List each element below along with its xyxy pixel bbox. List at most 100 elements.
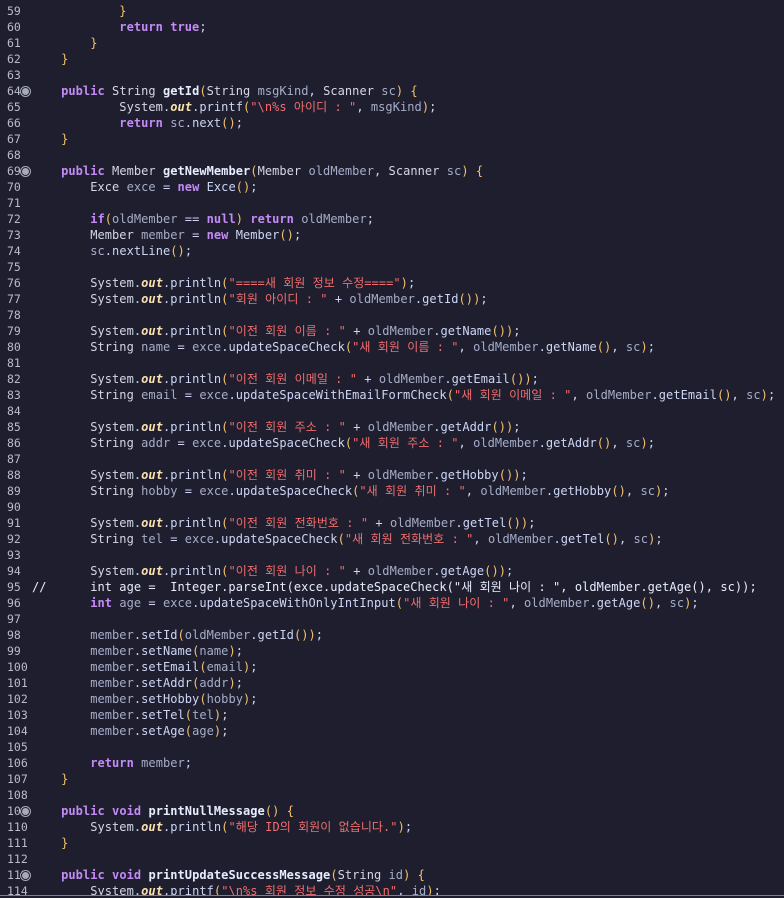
code-line[interactable]: 76 System.out.println("====새 회원 정보 수정===… [0, 275, 784, 291]
code-line[interactable]: 92 String tel = exce.updateSpaceCheck("새… [0, 531, 784, 547]
code-line[interactable]: 96 int age = exce.updateSpaceWithOnlyInt… [0, 595, 784, 611]
code-line[interactable]: 79 System.out.println("이전 회원 이름 : " + ol… [0, 323, 784, 339]
code-line[interactable]: 97 [0, 611, 784, 627]
code-line[interactable]: 65 System.out.printf("\n%s 아이디 : ", msgK… [0, 99, 784, 115]
code-line[interactable]: 83 String email = exce.updateSpaceWithEm… [0, 387, 784, 403]
code-text[interactable]: } [32, 835, 68, 851]
code-line[interactable]: 69 public Member getNewMember(Member old… [0, 163, 784, 179]
code-text[interactable]: System.out.printf("\n%s 회원 정보 수정 성공\n", … [32, 883, 441, 895]
code-text[interactable]: System.out.println("이전 회원 주소 : " + oldMe… [32, 419, 521, 435]
code-text[interactable]: public Member getNewMember(Member oldMem… [32, 163, 483, 179]
code-text[interactable]: System.out.println("이전 회원 전화번호 : " + old… [32, 515, 535, 531]
code-line[interactable]: 107 } [0, 771, 784, 787]
code-text[interactable]: member.setName(name); [32, 643, 243, 659]
code-line[interactable]: 73 Member member = new Member(); [0, 227, 784, 243]
code-line[interactable]: 99 member.setName(name); [0, 643, 784, 659]
code-line[interactable]: 106 return member; [0, 755, 784, 771]
code-line[interactable]: 93 [0, 547, 784, 563]
code-line[interactable]: 94 System.out.println("이전 회원 나이 : " + ol… [0, 563, 784, 579]
code-text[interactable]: } [32, 51, 68, 67]
code-text[interactable]: member.setId(oldMember.getId()); [32, 627, 323, 643]
code-line[interactable]: 89 String hobby = exce.updateSpaceCheck(… [0, 483, 784, 499]
code-text[interactable]: member.setEmail(email); [32, 659, 258, 675]
code-text[interactable]: } [32, 3, 127, 19]
code-text[interactable]: } [32, 771, 68, 787]
code-text[interactable]: member.setHobby(hobby); [32, 691, 258, 707]
code-text[interactable]: public String getId(String msgKind, Scan… [32, 83, 418, 99]
code-line[interactable]: 87 [0, 451, 784, 467]
fold-toggle-icon[interactable] [21, 807, 30, 816]
code-line[interactable]: 64 public String getId(String msgKind, S… [0, 83, 784, 99]
code-line[interactable]: 81 [0, 355, 784, 371]
code-text[interactable]: public void printUpdateSuccessMessage(St… [32, 867, 425, 883]
code-line[interactable]: 114 System.out.printf("\n%s 회원 정보 수정 성공\… [0, 883, 784, 895]
code-text[interactable]: } [32, 131, 68, 147]
code-text[interactable]: Exce exce = new Exce(); [32, 179, 258, 195]
code-line[interactable]: 63 [0, 67, 784, 83]
code-text[interactable]: String addr = exce.updateSpaceCheck("새 회… [32, 435, 655, 451]
code-line[interactable]: 109 public void printNullMessage() { [0, 803, 784, 819]
code-line[interactable]: 59 } [0, 3, 784, 19]
code-line[interactable]: 88 System.out.println("이전 회원 취미 : " + ol… [0, 467, 784, 483]
code-line[interactable]: 111 } [0, 835, 784, 851]
code-line[interactable]: 60 return true; [0, 19, 784, 35]
code-line[interactable]: 112 [0, 851, 784, 867]
code-text[interactable]: if(oldMember == null) return oldMember; [32, 211, 374, 227]
code-line[interactable]: 101 member.setAddr(addr); [0, 675, 784, 691]
code-text[interactable]: String name = exce.updateSpaceCheck("새 회… [32, 339, 655, 355]
code-line[interactable]: 100 member.setEmail(email); [0, 659, 784, 675]
fold-toggle-icon[interactable] [21, 871, 30, 880]
code-line[interactable]: 82 System.out.println("이전 회원 이메일 : " + o… [0, 371, 784, 387]
code-line[interactable]: 86 String addr = exce.updateSpaceCheck("… [0, 435, 784, 451]
code-line[interactable]: 72 if(oldMember == null) return oldMembe… [0, 211, 784, 227]
code-line[interactable]: 108 [0, 787, 784, 803]
code-line[interactable]: 68 [0, 147, 784, 163]
code-text[interactable]: String tel = exce.updateSpaceCheck("새 회원… [32, 531, 663, 547]
code-line[interactable]: 104 member.setAge(age); [0, 723, 784, 739]
code-line[interactable]: 74 sc.nextLine(); [0, 243, 784, 259]
code-text[interactable]: int age = exce.updateSpaceWithOnlyIntInp… [32, 595, 699, 611]
code-line[interactable]: 113 public void printUpdateSuccessMessag… [0, 867, 784, 883]
code-text[interactable]: System.out.printf("\n%s 아이디 : ", msgKind… [32, 99, 436, 115]
code-line[interactable]: 98 member.setId(oldMember.getId()); [0, 627, 784, 643]
code-line[interactable]: 67 } [0, 131, 784, 147]
code-text[interactable]: Member member = new Member(); [32, 227, 301, 243]
code-line[interactable]: 105 [0, 739, 784, 755]
code-line[interactable]: 85 System.out.println("이전 회원 주소 : " + ol… [0, 419, 784, 435]
code-text[interactable]: System.out.println("이전 회원 취미 : " + oldMe… [32, 467, 528, 483]
code-line[interactable]: 62 } [0, 51, 784, 67]
code-text[interactable]: System.out.println("이전 회원 이름 : " + oldMe… [32, 323, 521, 339]
code-text[interactable]: System.out.println("이전 회원 나이 : " + oldMe… [32, 563, 513, 579]
code-text[interactable]: member.setAddr(addr); [32, 675, 243, 691]
code-text[interactable]: return member; [32, 755, 192, 771]
code-line[interactable]: 84 [0, 403, 784, 419]
code-line[interactable]: 80 String name = exce.updateSpaceCheck("… [0, 339, 784, 355]
code-line[interactable]: 66 return sc.next(); [0, 115, 784, 131]
code-text[interactable]: return sc.next(); [32, 115, 243, 131]
code-text[interactable]: String hobby = exce.updateSpaceCheck("새 … [32, 483, 670, 499]
fold-toggle-icon[interactable] [21, 87, 30, 96]
code-text[interactable]: return true; [32, 19, 207, 35]
code-line[interactable]: 78 [0, 307, 784, 323]
code-line[interactable]: 70 Exce exce = new Exce(); [0, 179, 784, 195]
code-line[interactable]: 95// int age = Integer.parseInt(exce.upd… [0, 579, 784, 595]
code-text[interactable]: String email = exce.updateSpaceWithEmail… [32, 387, 775, 403]
code-text[interactable]: public void printNullMessage() { [32, 803, 294, 819]
code-text[interactable]: // int age = Integer.parseInt(exce.updat… [32, 579, 757, 595]
code-line[interactable]: 75 [0, 259, 784, 275]
code-line[interactable]: 102 member.setHobby(hobby); [0, 691, 784, 707]
code-text[interactable]: sc.nextLine(); [32, 243, 192, 259]
code-text[interactable]: System.out.println("해당 ID의 회원이 없습니다."); [32, 819, 412, 835]
code-line[interactable]: 77 System.out.println("회원 아이디 : " + oldM… [0, 291, 784, 307]
code-line[interactable]: 90 [0, 499, 784, 515]
code-line[interactable]: 61 } [0, 35, 784, 51]
code-text[interactable]: member.setAge(age); [32, 723, 228, 739]
code-line[interactable]: 71 [0, 195, 784, 211]
code-line[interactable]: 110 System.out.println("해당 ID의 회원이 없습니다.… [0, 819, 784, 835]
code-line[interactable]: 103 member.setTel(tel); [0, 707, 784, 723]
code-text[interactable]: } [32, 35, 97, 51]
code-text[interactable]: System.out.println("이전 회원 이메일 : " + oldM… [32, 371, 539, 387]
code-text[interactable]: System.out.println("====새 회원 정보 수정====")… [32, 275, 415, 291]
code-text[interactable]: member.setTel(tel); [32, 707, 228, 723]
fold-toggle-icon[interactable] [21, 167, 30, 176]
